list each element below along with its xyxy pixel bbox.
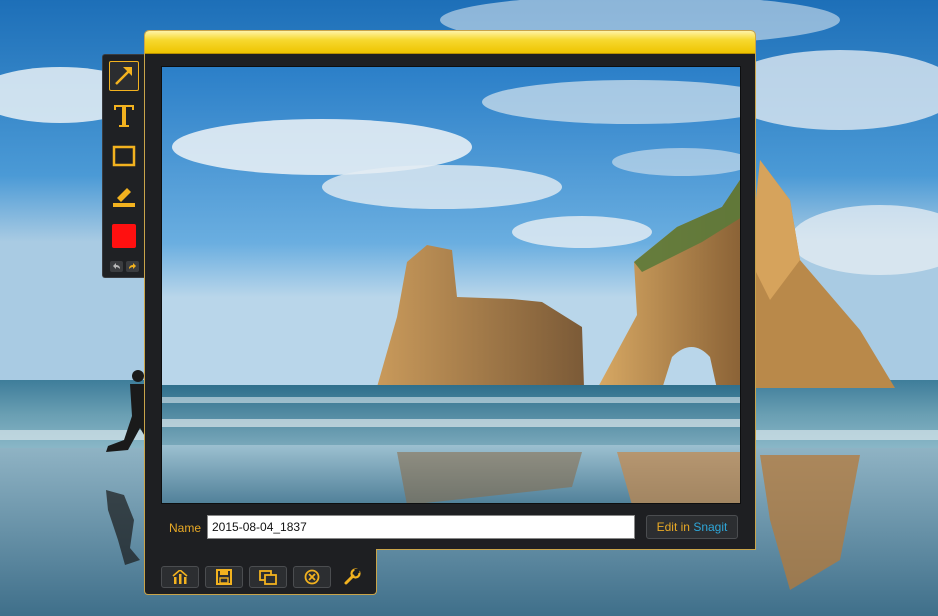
wrench-icon	[344, 568, 361, 585]
color-swatch-icon	[112, 224, 136, 248]
edit-in-label: Edit in	[656, 520, 690, 534]
arrow-tool[interactable]	[109, 61, 139, 91]
preview-image	[162, 67, 740, 503]
highlighter-tool[interactable]	[109, 181, 139, 211]
capture-preview-image	[161, 66, 741, 504]
undo-redo-group	[110, 261, 139, 272]
copy-icon	[259, 569, 277, 585]
redo-button[interactable]	[126, 261, 139, 272]
rectangle-tool[interactable]	[109, 141, 139, 171]
floppy-disk-icon	[216, 569, 232, 585]
close-circle-icon	[304, 569, 320, 585]
color-swatch[interactable]	[109, 221, 139, 251]
capture-window: Name Edit in Snagit	[144, 30, 756, 550]
highlighter-icon	[113, 188, 135, 207]
snagit-label: Snagit	[693, 520, 728, 534]
settings-button[interactable]	[341, 566, 363, 588]
name-input[interactable]	[207, 515, 635, 539]
undo-button[interactable]	[110, 261, 123, 272]
undo-icon	[113, 263, 120, 269]
edit-in-snagit-button[interactable]: Edit in Snagit	[646, 515, 738, 539]
capture-titlebar[interactable]	[145, 31, 755, 54]
text-tool[interactable]	[109, 101, 139, 131]
capture-actions-bar	[144, 549, 377, 595]
share-icon	[172, 570, 188, 584]
name-row: Name Edit in Snagit	[159, 515, 743, 541]
rectangle-icon	[112, 145, 136, 167]
name-label: Name	[169, 521, 202, 535]
copy-button[interactable]	[249, 566, 287, 588]
redo-icon	[129, 263, 136, 269]
arrow-icon	[115, 67, 132, 85]
close-button[interactable]	[293, 566, 331, 588]
text-T-icon	[114, 105, 134, 127]
share-button[interactable]	[161, 566, 199, 588]
save-button[interactable]	[205, 566, 243, 588]
tool-palette	[102, 54, 144, 278]
